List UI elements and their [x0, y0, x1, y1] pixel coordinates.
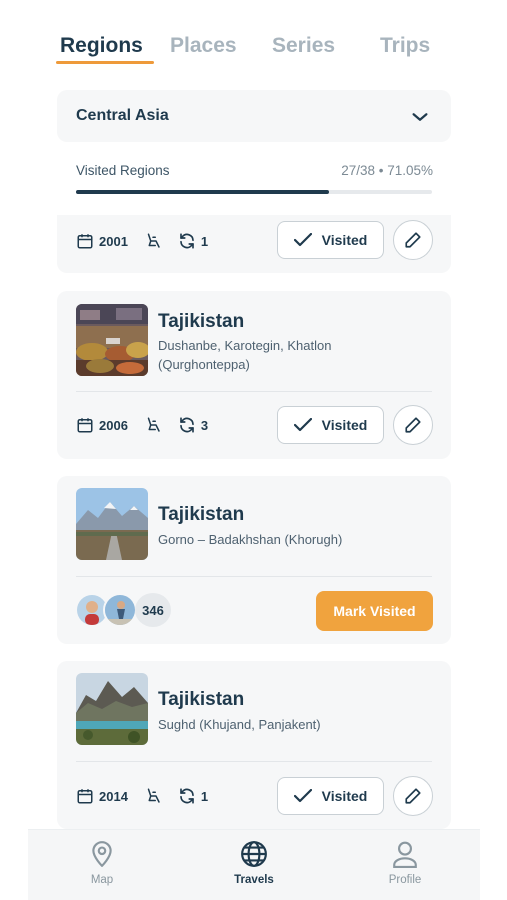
- tab-places[interactable]: Places: [170, 34, 237, 58]
- tab-regions[interactable]: Regions: [60, 34, 143, 58]
- visited-button[interactable]: Visited: [277, 221, 384, 259]
- visit-count: 1: [200, 233, 209, 249]
- region-dropdown[interactable]: Central Asia: [57, 90, 451, 142]
- tab-bar: Regions Places Series Trips: [56, 30, 447, 70]
- visited-button-label: Visited: [321, 232, 368, 248]
- visited-button-label: Visited: [321, 788, 368, 804]
- region-photo: [76, 488, 148, 560]
- visited-progress-fill: [76, 190, 329, 194]
- seat-icon: [147, 233, 160, 248]
- calendar-icon: [77, 789, 93, 804]
- region-title: Tajikistan: [158, 504, 245, 525]
- region-card[interactable]: Tajikistan Gorno – Badakhshan (Khorugh) …: [57, 476, 451, 644]
- region-subtitle: Dushanbe, Karotegin, Khatlon (Qurghontep…: [158, 338, 332, 372]
- tab-series[interactable]: Series: [272, 34, 335, 58]
- region-photo: [76, 304, 148, 376]
- check-icon: [293, 789, 312, 803]
- pencil-icon: [405, 788, 421, 804]
- pencil-icon: [405, 232, 421, 248]
- visit-count: 1: [200, 788, 209, 804]
- bottom-nav: Map Travels Profile: [28, 829, 480, 900]
- nav-profile-label: Profile: [388, 874, 422, 886]
- chevron-down-icon: [412, 113, 428, 121]
- check-icon: [293, 233, 312, 247]
- nav-map[interactable]: Map: [62, 840, 142, 886]
- visited-regions-row: Visited Regions 27/38 • 71.05%: [76, 163, 433, 178]
- avatar: [103, 593, 137, 627]
- visitor-count: 346: [135, 593, 171, 627]
- globe-icon: [241, 841, 267, 867]
- trip-meta: 2001 1: [76, 231, 208, 251]
- region-card[interactable]: Tajikistan Sughd (Khujand, Panjakent) 20…: [57, 661, 451, 829]
- tab-trips[interactable]: Trips: [380, 34, 430, 58]
- visited-regions-label: Visited Regions: [76, 163, 170, 178]
- pencil-icon: [405, 417, 421, 433]
- visited-button[interactable]: Visited: [277, 406, 384, 444]
- card-divider: [76, 391, 432, 392]
- repeat-icon: [180, 233, 194, 249]
- region-card-partial[interactable]: 2001 1 Visited: [57, 215, 451, 273]
- visit-count: 3: [200, 417, 209, 433]
- region-dropdown-label: Central Asia: [76, 107, 169, 124]
- region-title: Tajikistan: [158, 689, 245, 710]
- seat-icon: [147, 788, 160, 803]
- trip-year: 2014: [99, 788, 128, 804]
- seat-icon: [147, 417, 160, 432]
- user-icon: [393, 841, 417, 868]
- visited-regions-summary: 27/38 • 71.05%: [341, 163, 433, 178]
- card-divider: [76, 576, 432, 577]
- edit-button[interactable]: [393, 776, 433, 816]
- region-subtitle: Sughd (Khujand, Panjakent): [158, 717, 321, 732]
- mark-visited-button[interactable]: Mark Visited: [316, 591, 433, 631]
- region-subtitle: Gorno – Badakhshan (Khorugh): [158, 532, 343, 547]
- nav-map-label: Map: [90, 874, 114, 886]
- edit-button[interactable]: [393, 220, 433, 260]
- visited-button-label: Visited: [321, 417, 368, 433]
- tab-active-indicator: [56, 61, 154, 64]
- repeat-icon: [180, 788, 194, 804]
- region-photo: [76, 673, 148, 745]
- trip-meta: 2014 1: [76, 786, 208, 806]
- edit-button[interactable]: [393, 405, 433, 445]
- trip-year: 2001: [99, 233, 128, 249]
- trip-year: 2006: [99, 417, 128, 433]
- visited-button[interactable]: Visited: [277, 777, 384, 815]
- region-card[interactable]: Tajikistan Dushanbe, Karotegin, Khatlon …: [57, 291, 451, 459]
- check-icon: [293, 418, 312, 432]
- visited-progress-bar: [76, 190, 432, 194]
- region-title: Tajikistan: [158, 311, 245, 332]
- trip-meta: 2006 3: [76, 415, 208, 435]
- repeat-icon: [180, 417, 194, 433]
- card-divider: [76, 761, 432, 762]
- calendar-icon: [77, 234, 93, 249]
- nav-profile[interactable]: Profile: [365, 840, 445, 886]
- map-pin-icon: [92, 841, 112, 867]
- nav-travels[interactable]: Travels: [214, 840, 294, 886]
- calendar-icon: [77, 418, 93, 433]
- nav-travels-label: Travels: [234, 874, 274, 886]
